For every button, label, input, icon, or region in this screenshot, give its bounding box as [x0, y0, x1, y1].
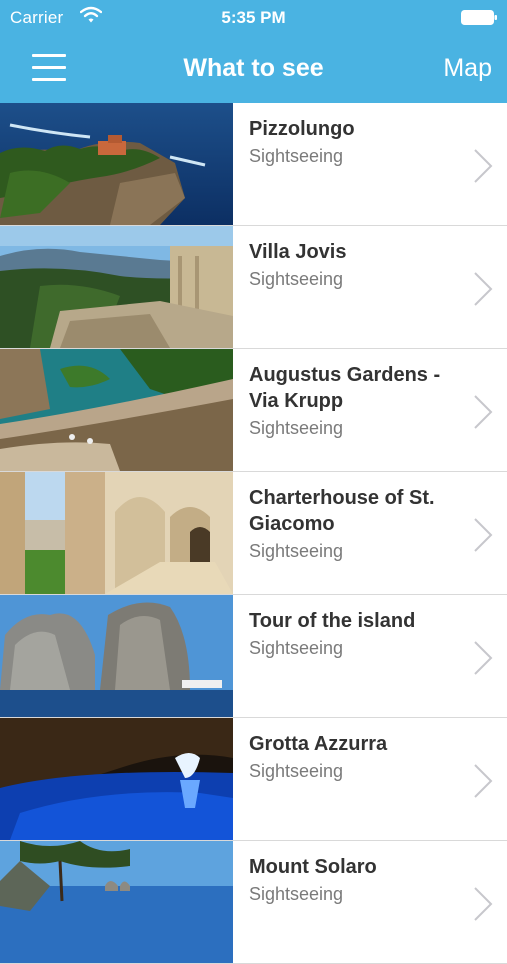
- chevron-right-icon: [474, 641, 493, 675]
- list-item-subtitle: Sightseeing: [249, 541, 344, 561]
- list-item-title: Augustus Gardens - Via Krupp: [249, 364, 441, 412]
- list-item-title: Pizzolungo: [249, 118, 355, 140]
- chevron-right-icon: [474, 149, 493, 183]
- augustus-gardens-photo: [0, 349, 233, 471]
- list-item-text: Tour of the island Sightseeing: [249, 608, 469, 661]
- grotta-azzurra-photo: [0, 718, 233, 840]
- top-bar: Carrier 5:35 PM What to see Map: [0, 0, 507, 103]
- list-item-text: Augustus Gardens - Via Krupp Sightseeing: [249, 362, 469, 441]
- clock: 5:35 PM: [221, 8, 286, 27]
- list-item-text: Grotta Azzurra Sightseeing: [249, 731, 469, 784]
- status-bar: Carrier 5:35 PM: [0, 0, 507, 36]
- list-item-title: Villa Jovis: [249, 241, 347, 263]
- list-item-title: Mount Solaro: [249, 856, 377, 878]
- chevron-right-icon: [474, 887, 493, 921]
- list-item-title: Grotta Azzurra: [249, 733, 388, 755]
- list-item-augustus-gardens[interactable]: Augustus Gardens - Via Krupp Sightseeing: [0, 349, 507, 472]
- list-item-subtitle: Sightseeing: [249, 638, 344, 658]
- list-item-text: Charterhouse of St. Giacomo Sightseeing: [249, 485, 469, 564]
- list-item-charterhouse[interactable]: Charterhouse of St. Giacomo Sightseeing: [0, 472, 507, 595]
- battery-icon: [461, 10, 497, 25]
- list-item-subtitle: Sightseeing: [249, 269, 344, 289]
- list-item-text: Pizzolungo Sightseeing: [249, 116, 469, 169]
- map-button[interactable]: Map: [443, 54, 492, 83]
- list-item-subtitle: Sightseeing: [249, 146, 344, 166]
- list-item-subtitle: Sightseeing: [249, 761, 344, 781]
- places-list: Pizzolungo Sightseeing Villa Jovis Sight…: [0, 103, 507, 964]
- list-item-text: Mount Solaro Sightseeing: [249, 854, 469, 907]
- list-item-mount-solaro[interactable]: Mount Solaro Sightseeing: [0, 841, 507, 964]
- page-title: What to see: [183, 54, 324, 82]
- chevron-right-icon: [474, 395, 493, 429]
- pizzolungo-photo: [0, 103, 233, 225]
- list-item-villa-jovis[interactable]: Villa Jovis Sightseeing: [0, 226, 507, 349]
- chevron-right-icon: [474, 764, 493, 798]
- charterhouse-photo: [0, 472, 233, 594]
- mount-solaro-photo: [0, 841, 233, 963]
- navigation-bar: What to see Map: [0, 36, 507, 103]
- villa-jovis-photo: [0, 226, 233, 348]
- chevron-right-icon: [474, 272, 493, 306]
- chevron-right-icon: [474, 518, 493, 552]
- list-item-subtitle: Sightseeing: [249, 884, 344, 904]
- list-item-title: Tour of the island: [249, 610, 416, 632]
- tour-of-the-island-photo: [0, 595, 233, 717]
- list-item-grotta-azzurra[interactable]: Grotta Azzurra Sightseeing: [0, 718, 507, 841]
- list-item-tour-of-the-island[interactable]: Tour of the island Sightseeing: [0, 595, 507, 718]
- list-item-title: Charterhouse of St. Giacomo: [249, 487, 435, 535]
- list-item-subtitle: Sightseeing: [249, 418, 344, 438]
- list-item-pizzolungo[interactable]: Pizzolungo Sightseeing: [0, 103, 507, 226]
- list-item-text: Villa Jovis Sightseeing: [249, 239, 469, 292]
